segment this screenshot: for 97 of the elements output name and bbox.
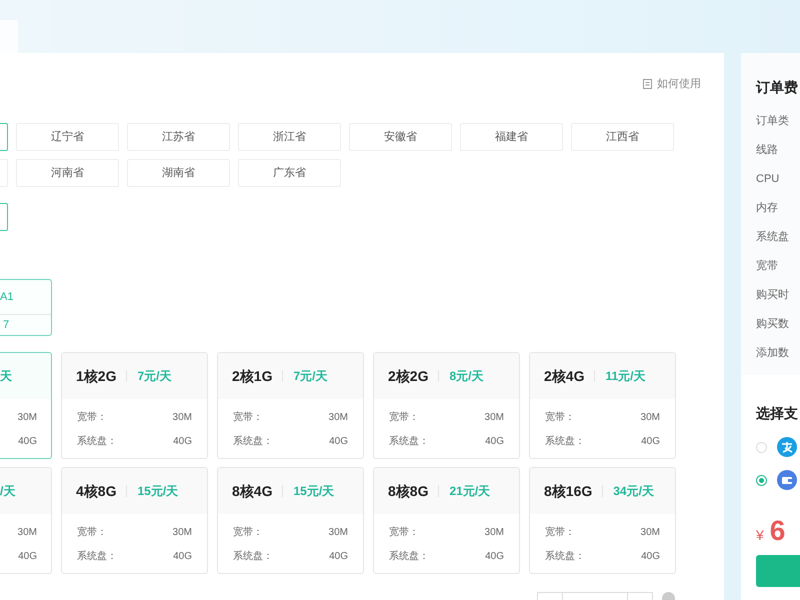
spec-label: 宽带：	[233, 526, 263, 540]
help-link[interactable]: 如何使用	[643, 77, 701, 91]
spec-value: 40G	[329, 434, 348, 448]
line-name: A1	[0, 290, 14, 305]
plan-card[interactable]: 2核2G 8元/天 宽带： 30M 系统盘： 40G	[373, 352, 520, 459]
radio-button[interactable]	[756, 474, 767, 486]
plan-spec: 2核2G	[388, 366, 428, 386]
help-link-text: 如何使用	[657, 76, 701, 92]
summary-label: 线路	[756, 143, 779, 158]
spec-value: 40G	[173, 550, 192, 564]
province-option[interactable]	[0, 123, 8, 151]
pay-button[interactable]	[756, 555, 800, 587]
document-icon	[643, 79, 652, 89]
province-option[interactable]: 安徽省	[349, 123, 452, 151]
spec-value: 30M	[640, 526, 660, 540]
currency-symbol: ¥	[756, 526, 764, 545]
total-price: 6	[770, 514, 786, 548]
spec-value: 30M	[328, 526, 348, 540]
plan-spec: 1核2G	[76, 366, 116, 386]
plan-card[interactable]: 8核16G 34元/天 宽带： 30M 系统盘： 40G	[529, 467, 676, 574]
plan-price: /天	[0, 483, 16, 500]
spec-value: 30M	[172, 410, 192, 424]
plan-card[interactable]: 2核4G 11元/天 宽带： 30M 系统盘： 40G	[529, 352, 676, 459]
spec-label: 宽带：	[389, 410, 419, 424]
spec-value: 30M	[484, 526, 504, 540]
plan-price: 7元/天	[137, 368, 172, 385]
spec-value: 30M	[328, 410, 348, 424]
plan-price: 15元/天	[137, 483, 178, 500]
spec-value: 40G	[485, 434, 504, 448]
plan-spec: 8核8G	[388, 482, 428, 500]
plan-spec: 8核4G	[232, 482, 272, 500]
summary-label: 添加数	[756, 346, 790, 362]
line-value: 7	[3, 318, 10, 333]
province-option[interactable]	[0, 203, 8, 231]
summary-label: CPU	[756, 172, 780, 188]
summary-label: 购买时	[756, 288, 790, 304]
spec-value: 40G	[18, 550, 37, 564]
plan-card[interactable]: 1核2G 7元/天 宽带： 30M 系统盘： 40G	[61, 352, 208, 459]
plan-card[interactable]: /天 30M 40G	[0, 467, 52, 574]
spec-label: 宽带：	[545, 410, 575, 424]
plan-card[interactable]: 8核4G 15元/天 宽带： 30M 系统盘： 40G	[217, 467, 364, 574]
wallet-icon	[777, 470, 797, 490]
spec-label: 系统盘：	[77, 434, 117, 448]
spec-value: 40G	[485, 550, 504, 564]
province-option[interactable]: 广东省	[238, 159, 341, 187]
summary-title: 订单费	[756, 78, 799, 97]
province-option[interactable]: 湖南省	[127, 159, 230, 187]
spec-label: 系统盘：	[233, 550, 273, 564]
plan-card[interactable]: 天 30M 40G	[0, 352, 52, 459]
plan-card[interactable]: 4核8G 15元/天 宽带： 30M 系统盘： 40G	[61, 467, 208, 574]
province-option[interactable]: 河南省	[16, 159, 119, 187]
summary-label: 内存	[756, 201, 779, 216]
province-option[interactable]: 福建省	[460, 123, 563, 151]
spec-value: 40G	[641, 434, 660, 448]
province-option[interactable]: 辽宁省	[16, 123, 119, 151]
spec-label: 宽带：	[389, 526, 419, 540]
plan-spec: 4核8G	[76, 482, 116, 500]
spec-value: 40G	[173, 434, 192, 448]
province-option[interactable]: 浙江省	[238, 123, 341, 151]
province-option[interactable]: 江苏省	[127, 123, 230, 151]
plan-price: 15元/天	[293, 483, 334, 500]
spec-label: 系统盘：	[545, 434, 585, 448]
spec-label: 宽带：	[77, 526, 107, 540]
spec-value: 30M	[172, 526, 192, 540]
summary-label: 宽带	[756, 258, 779, 274]
spec-value: 30M	[18, 526, 37, 540]
payment-logo-icon	[777, 437, 797, 457]
plan-price: 8元/天	[449, 368, 484, 385]
spec-value: 40G	[18, 434, 37, 448]
spec-value: 40G	[329, 550, 348, 564]
plan-card[interactable]: 2核1G 7元/天 宽带： 30M 系统盘： 40G	[217, 352, 364, 459]
spec-label: 系统盘：	[545, 550, 585, 564]
spec-label: 宽带：	[233, 410, 263, 424]
spec-value: 30M	[640, 410, 660, 424]
plan-price: 11元/天	[605, 368, 646, 385]
spec-label: 系统盘：	[389, 434, 429, 448]
spec-label: 系统盘：	[77, 550, 117, 564]
summary-label: 系统盘	[756, 230, 790, 246]
plan-card[interactable]: 8核8G 21元/天 宽带： 30M 系统盘： 40G	[373, 467, 520, 574]
spec-label: 系统盘：	[233, 434, 273, 448]
spec-label: 系统盘：	[389, 550, 429, 564]
summary-label: 订单类	[756, 114, 790, 130]
spec-value: 30M	[484, 410, 504, 424]
payment-title: 选择支	[756, 404, 799, 423]
plan-spec: 2核4G	[544, 366, 584, 386]
plan-price: 21元/天	[449, 483, 490, 500]
plan-price: 34元/天	[613, 483, 654, 500]
spec-value: 30M	[18, 410, 37, 424]
plan-price: 7元/天	[293, 368, 328, 385]
spec-label: 宽带：	[545, 526, 575, 540]
spec-label: 宽带：	[77, 410, 107, 424]
plan-spec: 2核1G	[232, 366, 272, 386]
summary-label: 购买数	[756, 317, 790, 332]
plan-price: 天	[0, 368, 12, 385]
plan-spec: 8核16G	[544, 482, 592, 500]
spec-value: 40G	[641, 550, 660, 564]
province-option[interactable]: 江西省	[571, 123, 674, 151]
